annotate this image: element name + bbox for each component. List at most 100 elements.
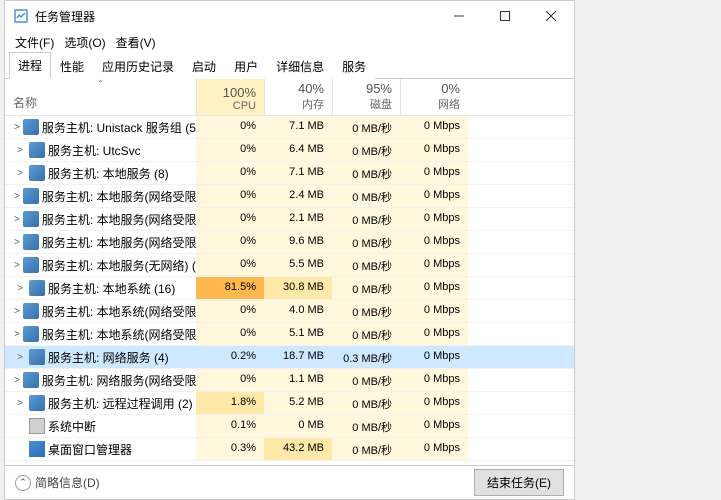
expand-icon[interactable]: > <box>14 145 26 156</box>
process-row[interactable]: > 服务主机: UtcSvc 0%6.4 MB0 MB/秒0 Mbps <box>5 139 574 162</box>
cpu-cell: 0% <box>196 139 264 161</box>
process-name-cell: >服务主机: 本地系统(网络受限) <box>5 300 196 322</box>
tab-services[interactable]: 服务 <box>333 53 375 79</box>
cpu-cell: 0.1% <box>196 415 264 437</box>
tab-startup[interactable]: 启动 <box>183 53 225 79</box>
disk-cell: 0 MB/秒 <box>332 300 400 322</box>
process-row[interactable]: >服务主机: 本地服务(无网络) (3)0%5.5 MB0 MB/秒0 Mbps <box>5 254 574 277</box>
expand-icon[interactable]: > <box>14 329 20 340</box>
minimize-button[interactable] <box>436 1 482 31</box>
disk-cell: 0 MB/秒 <box>332 231 400 253</box>
cpu-cell: 0% <box>196 116 264 138</box>
memory-cell: 5.1 MB <box>264 323 332 345</box>
process-name: 服务主机: 本地系统(网络受限) (... <box>42 326 196 343</box>
cpu-cell: 0% <box>196 162 264 184</box>
menu-options[interactable]: 选项(O) <box>60 32 109 53</box>
tab-users[interactable]: 用户 <box>225 53 267 79</box>
process-row[interactable]: >服务主机: 本地服务(网络受限)0%2.4 MB0 MB/秒0 Mbps <box>5 185 574 208</box>
cpu-cell: 0% <box>196 300 264 322</box>
network-cell: 0 Mbps <box>400 369 468 391</box>
memory-cell: 6.4 MB <box>264 139 332 161</box>
disk-cell: 0.3 MB/秒 <box>332 346 400 368</box>
col-cpu[interactable]: 100%CPU <box>196 79 264 115</box>
gear-icon <box>23 234 39 250</box>
tab-details[interactable]: 详细信息 <box>267 53 333 79</box>
memory-cell: 0 MB <box>264 415 332 437</box>
process-name-cell: > 服务主机: UtcSvc <box>5 139 196 161</box>
memory-cell: 2.4 MB <box>264 185 332 207</box>
memory-cell: 9.6 MB <box>264 231 332 253</box>
close-button[interactable] <box>528 1 574 31</box>
titlebar[interactable]: 任务管理器 <box>5 1 574 31</box>
gear-icon <box>29 280 45 296</box>
process-name-cell: > 服务主机: 远程过程调用 (2) <box>5 392 196 414</box>
process-name: 服务主机: UtcSvc <box>48 142 141 159</box>
menubar: 文件(F) 选项(O) 查看(V) <box>5 31 574 53</box>
disk-cell: 0 MB/秒 <box>332 369 400 391</box>
network-cell: 0 Mbps <box>400 208 468 230</box>
process-rows[interactable]: >服务主机: Unistack 服务组 (5)0%7.1 MB0 MB/秒0 M… <box>5 116 574 465</box>
process-row[interactable]: >服务主机: 本地服务(网络受限)0%2.1 MB0 MB/秒0 Mbps <box>5 208 574 231</box>
expand-icon[interactable]: > <box>14 168 26 179</box>
process-row[interactable]: >服务主机: 网络服务(网络受限)0%1.1 MB0 MB/秒0 Mbps <box>5 369 574 392</box>
menu-view[interactable]: 查看(V) <box>112 32 160 53</box>
col-network[interactable]: 0%网络 <box>400 79 468 115</box>
col-disk[interactable]: 95%磁盘 <box>332 79 400 115</box>
disk-cell: 0 MB/秒 <box>332 208 400 230</box>
memory-cell: 2.1 MB <box>264 208 332 230</box>
cpu-cell: 0% <box>196 369 264 391</box>
expand-icon[interactable]: > <box>14 260 20 271</box>
process-name: 服务主机: 本地服务(网络受限) <box>42 188 196 205</box>
tab-processes[interactable]: 进程 <box>9 52 51 79</box>
process-name: 服务主机: 远程过程调用 (2) <box>48 395 193 412</box>
gear-icon <box>29 165 45 181</box>
expand-icon[interactable]: > <box>14 306 20 317</box>
process-row[interactable]: >服务主机: 远程过程调用 (2)1.8%5.2 MB0 MB/秒0 Mbps <box>5 392 574 415</box>
disk-cell: 0 MB/秒 <box>332 139 400 161</box>
process-name-cell: 桌面窗口管理器 <box>5 438 196 460</box>
process-row[interactable]: 系统中断0.1%0 MB0 MB/秒0 Mbps <box>5 415 574 438</box>
expand-icon[interactable]: > <box>14 214 20 225</box>
network-cell: 0 Mbps <box>400 254 468 276</box>
disk-cell: 0 MB/秒 <box>332 162 400 184</box>
process-name-cell: >服务主机: 网络服务(网络受限) <box>5 369 196 391</box>
expand-icon[interactable]: > <box>14 375 20 386</box>
expand-icon[interactable]: > <box>14 398 26 409</box>
process-row[interactable]: 桌面窗口管理器0.3%43.2 MB0 MB/秒0 Mbps <box>5 438 574 461</box>
process-row[interactable]: >服务主机: Unistack 服务组 (5)0%7.1 MB0 MB/秒0 M… <box>5 116 574 139</box>
cpu-cell: 81.5% <box>196 277 264 299</box>
sort-indicator-icon: ⌃ <box>97 79 104 88</box>
expand-icon[interactable]: > <box>14 352 26 363</box>
cpu-cell: 0% <box>196 208 264 230</box>
menu-file[interactable]: 文件(F) <box>11 32 58 53</box>
disk-cell: 0 MB/秒 <box>332 438 400 460</box>
process-row[interactable]: >服务主机: 本地系统(网络受限) (...0%5.1 MB0 MB/秒0 Mb… <box>5 323 574 346</box>
fewer-details-button[interactable]: ⌃简略信息(D) <box>15 474 100 491</box>
col-name[interactable]: ⌃名称 <box>5 79 196 115</box>
maximize-button[interactable] <box>482 1 528 31</box>
expand-icon[interactable]: > <box>14 237 20 248</box>
process-row[interactable]: >服务主机: 本地服务 (8)0%7.1 MB0 MB/秒0 Mbps <box>5 162 574 185</box>
process-row[interactable]: >服务主机: 本地系统 (16)81.5%30.8 MB0 MB/秒0 Mbps <box>5 277 574 300</box>
end-task-button[interactable]: 结束任务(E) <box>474 469 564 496</box>
process-row[interactable]: >服务主机: 本地系统(网络受限)0%4.0 MB0 MB/秒0 Mbps <box>5 300 574 323</box>
process-row[interactable]: >服务主机: 网络服务 (4)0.2%18.7 MB0.3 MB/秒0 Mbps <box>5 346 574 369</box>
tab-performance[interactable]: 性能 <box>51 53 93 79</box>
gear-icon <box>29 142 45 158</box>
cpu-cell: 0.3% <box>196 438 264 460</box>
expand-icon[interactable]: > <box>14 191 20 202</box>
tab-history[interactable]: 应用历史记录 <box>93 53 183 79</box>
memory-cell: 5.5 MB <box>264 254 332 276</box>
dwm-icon <box>29 441 45 457</box>
column-headers: ⌃名称 100%CPU 40%内存 95%磁盘 0%网络 <box>5 79 574 116</box>
network-cell: 0 Mbps <box>400 139 468 161</box>
process-name-cell: > 服务主机: 本地服务(网络受限) <box>5 185 196 207</box>
expand-icon[interactable]: > <box>14 283 26 294</box>
process-name: 服务主机: 网络服务 (4) <box>48 349 169 366</box>
memory-cell: 7.1 MB <box>264 162 332 184</box>
col-memory[interactable]: 40%内存 <box>264 79 332 115</box>
process-row[interactable]: >服务主机: 本地服务(网络受限) (...0%9.6 MB0 MB/秒0 Mb… <box>5 231 574 254</box>
expand-icon[interactable]: > <box>14 122 20 133</box>
cpu-cell: 0% <box>196 231 264 253</box>
app-icon <box>13 8 29 24</box>
